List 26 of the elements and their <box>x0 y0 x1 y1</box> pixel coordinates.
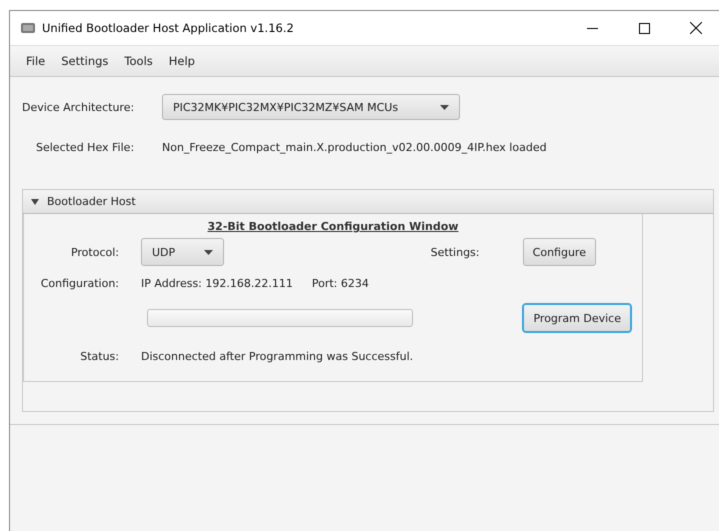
hex-file-name: Non_Freeze_Compact_main.X.production_v02.00.0009_4IP.hex loaded <box>162 140 547 154</box>
close-icon[interactable] <box>690 22 702 34</box>
field-label: Selected Hex File: <box>35 140 136 154</box>
window-title: Unified Bootloader Host Application v1.16.2 <box>42 21 295 35</box>
menu-item[interactable]: Help <box>162 52 201 70</box>
field-label: Configuration: <box>40 276 119 290</box>
architecture-dropdown[interactable]: PIC32MK¥PIC32MX¥PIC32MZ¥SAM MCUs <box>162 94 460 120</box>
panel-heading: 32-Bit Bootloader Configuration Window <box>208 220 458 233</box>
status-message: Disconnected after Programming was Successful. <box>141 350 414 362</box>
field-label: Device Architecture: <box>22 100 136 114</box>
ip-address: IP Address: 192.168.22.111 <box>141 276 293 290</box>
menu-item[interactable]: Tools <box>118 52 159 70</box>
caret-icon <box>204 250 213 254</box>
caret-down-icon <box>31 198 39 206</box>
field-label: Settings: <box>430 246 480 258</box>
protocol-dropdown[interactable]: UDP <box>141 238 224 266</box>
field-label: Protocol: <box>70 246 119 258</box>
menu-item[interactable]: Settings <box>55 52 114 70</box>
configure-button[interactable]: Configure <box>522 238 596 266</box>
port: Port: 6234 <box>312 276 369 290</box>
caret-icon <box>440 104 449 110</box>
app-icon <box>20 21 36 35</box>
program-device-button[interactable]: Program Device <box>523 304 631 332</box>
menu-item[interactable]: File <box>20 52 52 70</box>
field-label: Status: <box>79 350 119 362</box>
maximize-icon[interactable] <box>638 22 650 34</box>
